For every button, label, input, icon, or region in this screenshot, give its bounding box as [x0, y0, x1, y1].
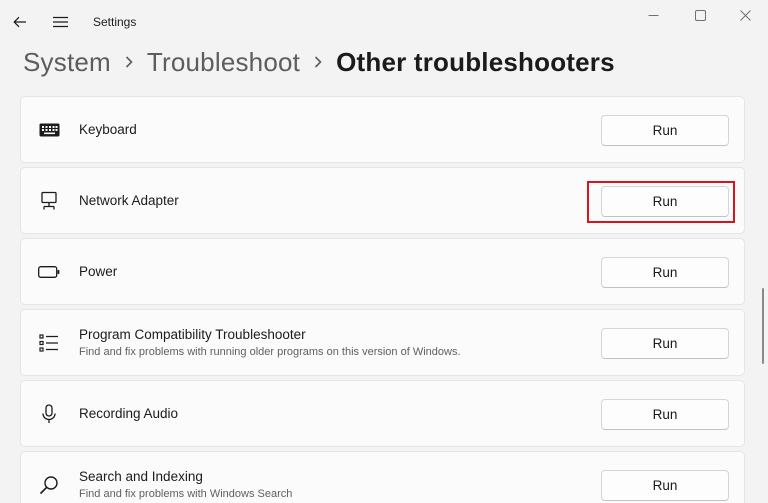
card-text: Search and Indexing Find and fix problem… — [79, 452, 292, 503]
troubleshooter-keyboard: Keyboard Run — [20, 96, 745, 163]
network-adapter-icon — [37, 190, 61, 212]
minimize-icon — [648, 14, 658, 16]
troubleshooter-program-compatibility: Program Compatibility Troubleshooter Fin… — [20, 309, 745, 376]
breadcrumb-system[interactable]: System — [23, 47, 111, 78]
card-title: Power — [79, 264, 118, 279]
settings-window: Settings System Troubleshoot Other troub… — [0, 0, 768, 503]
run-search-indexing-button[interactable]: Run — [601, 470, 729, 501]
title-bar: Settings — [0, 0, 768, 44]
troubleshooter-recording-audio: Recording Audio Run — [20, 380, 745, 447]
card-title: Program Compatibility Troubleshooter — [79, 327, 306, 342]
run-recording-audio-button[interactable]: Run — [601, 399, 729, 430]
maximize-icon — [694, 9, 706, 21]
troubleshooter-network-adapter: Network Adapter Run — [20, 167, 745, 234]
breadcrumb-other-troubleshooters: Other troubleshooters — [336, 46, 615, 77]
card-title: Network Adapter — [79, 193, 179, 208]
scrollbar-thumb[interactable] — [762, 288, 764, 364]
close-icon — [739, 9, 751, 21]
list-icon — [37, 332, 61, 354]
run-program-compatibility-button[interactable]: Run — [601, 328, 729, 359]
card-description: Find and fix problems with Windows Searc… — [79, 488, 293, 500]
hamburger-icon — [52, 16, 68, 28]
card-title: Recording Audio — [79, 406, 179, 421]
troubleshooter-search-indexing: Search and Indexing Find and fix problem… — [20, 451, 745, 503]
card-text: Network Adapter — [79, 168, 179, 233]
chevron-right-icon — [111, 44, 147, 80]
card-text: Program Compatibility Troubleshooter Fin… — [79, 310, 461, 375]
card-text: Keyboard — [79, 97, 137, 162]
card-title: Search and Indexing — [79, 469, 203, 484]
run-keyboard-button[interactable]: Run — [601, 115, 729, 146]
back-button[interactable] — [6, 8, 34, 36]
maximize-button[interactable] — [677, 0, 723, 30]
run-network-adapter-button[interactable]: Run — [601, 186, 729, 217]
microphone-icon — [37, 403, 61, 425]
breadcrumb-troubleshoot[interactable]: Troubleshoot — [147, 47, 300, 78]
app-title: Settings — [93, 15, 137, 29]
search-icon — [37, 474, 61, 496]
back-arrow-icon — [13, 16, 26, 28]
run-power-button[interactable]: Run — [601, 257, 729, 288]
card-text: Recording Audio — [79, 381, 178, 446]
battery-icon — [37, 261, 61, 283]
navigation-menu-button[interactable] — [46, 8, 74, 36]
troubleshooter-power: Power Run — [20, 238, 745, 305]
card-description: Find and fix problems with running older… — [79, 346, 461, 358]
chevron-right-icon — [300, 44, 336, 80]
breadcrumb: System Troubleshoot Other troubleshooter… — [23, 44, 615, 80]
close-button[interactable] — [722, 0, 768, 30]
keyboard-icon — [37, 119, 61, 141]
card-title: Keyboard — [79, 122, 137, 137]
minimize-button[interactable] — [630, 0, 676, 30]
card-text: Power — [79, 239, 117, 304]
